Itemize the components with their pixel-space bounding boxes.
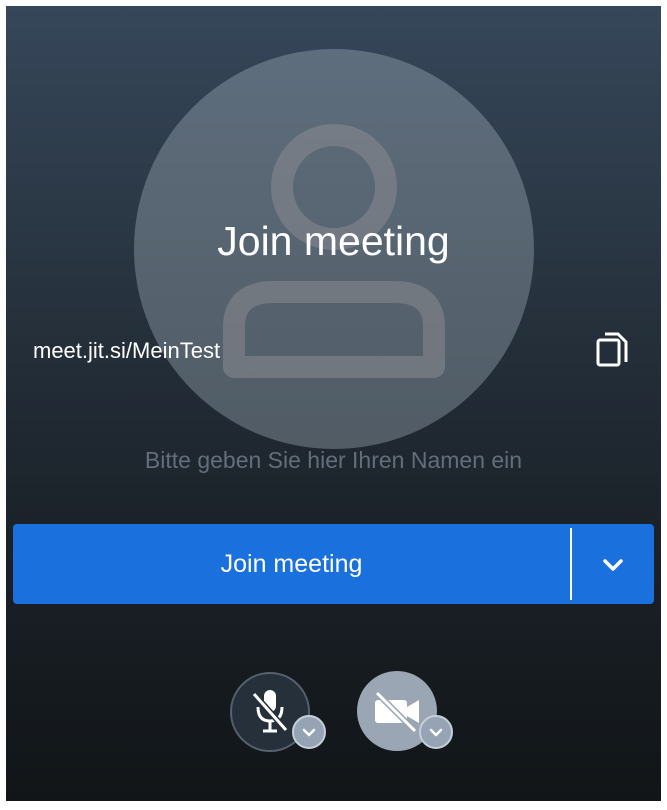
chevron-down-icon [302,728,316,737]
camera-options-button[interactable] [419,715,453,749]
join-button-label: Join meeting [220,550,363,578]
copy-url-button[interactable] [590,328,630,370]
page-title: Join meeting [217,218,450,264]
join-meeting-button[interactable]: Join meeting [13,524,654,604]
chevron-down-icon [429,728,443,737]
microphone-options-button[interactable] [292,715,326,749]
copy-icon [596,332,628,367]
prejoin-screen: Join meeting meet.jit.si/MeinTest Join m… [6,6,661,801]
name-input[interactable] [46,440,621,480]
chevron-down-icon [603,559,623,571]
join-button-divider [570,528,572,600]
meeting-url: meet.jit.si/MeinTest [33,338,221,363]
join-options-button[interactable] [575,524,651,604]
